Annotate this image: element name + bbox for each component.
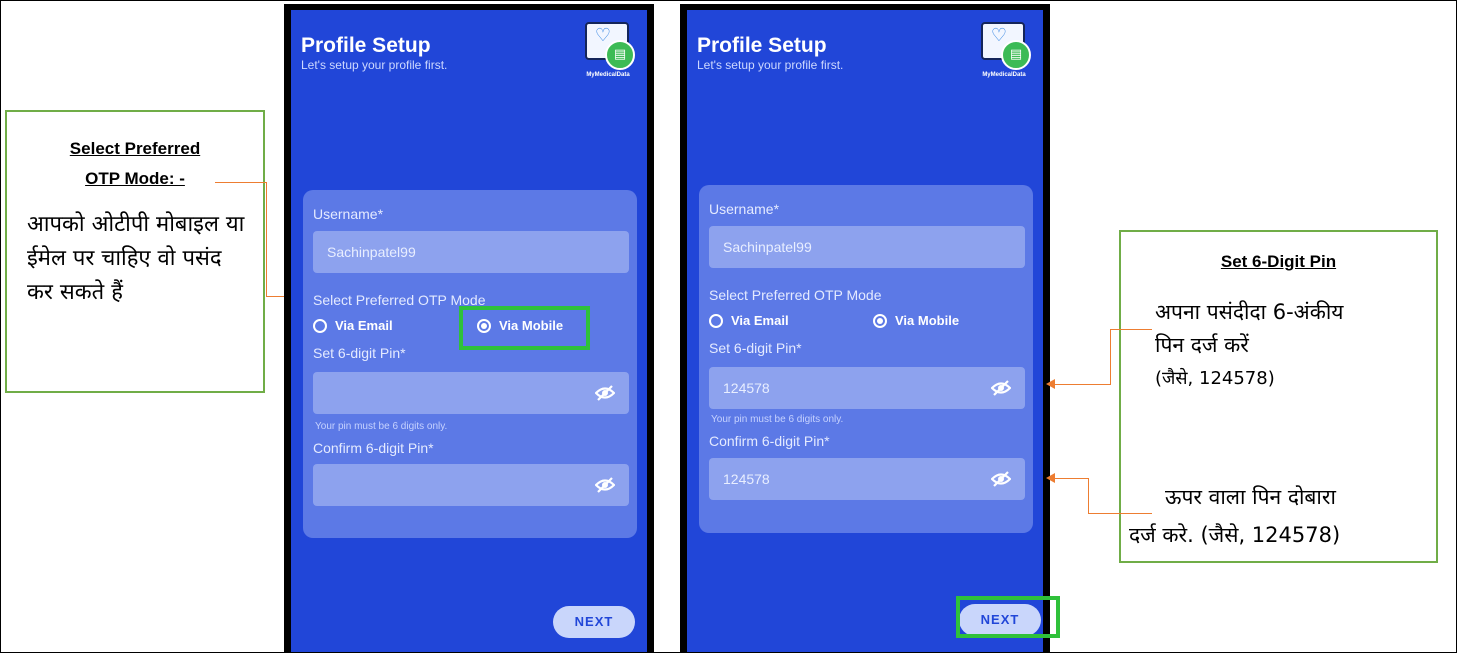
pin-field[interactable]: 124578 <box>709 367 1025 409</box>
otp-heading-line2: OTP Mode: - <box>85 169 185 188</box>
pin-connector-h2 <box>1055 384 1111 385</box>
clipboard-icon: ▤ <box>1001 40 1031 70</box>
pin-set-text-line3: (जैसे, 124578) <box>1155 368 1275 389</box>
eye-off-icon[interactable] <box>595 476 615 494</box>
otp-mode-callout-heading: Select Preferred OTP Mode: - <box>7 134 263 194</box>
pin-connector-v <box>1110 329 1111 384</box>
profile-form-card: Username* Sachinpatel99 Select Preferred… <box>303 190 637 538</box>
pin-label: Set 6-digit Pin* <box>313 345 406 361</box>
otp-mode-radio-group: Via Email Via Mobile <box>709 313 1029 335</box>
pin-callout-heading: Set 6-Digit Pin <box>1220 252 1337 271</box>
radio-via-email-label: Via Email <box>335 318 393 333</box>
confirm-connector-h2 <box>1055 478 1089 479</box>
pin-callout: Set 6-Digit Pin अपना पसंदीदा 6-अंकीय पिन… <box>1119 230 1438 563</box>
username-label: Username* <box>313 206 384 222</box>
radio-via-email[interactable]: Via Email <box>313 318 393 333</box>
radio-unselected-icon <box>709 313 723 328</box>
radio-unselected-icon <box>313 318 327 333</box>
profile-form-card: Username* Sachinpatel99 Select Preferred… <box>699 185 1033 533</box>
confirm-pin-label: Confirm 6-digit Pin* <box>709 433 830 449</box>
confirm-pin-label: Confirm 6-digit Pin* <box>313 440 434 456</box>
username-value: Sachinpatel99 <box>723 239 812 255</box>
username-field[interactable]: Sachinpatel99 <box>313 231 629 273</box>
radio-selected-icon <box>873 313 887 328</box>
otp-mode-label: Select Preferred OTP Mode <box>709 287 882 303</box>
pin-hint: Your pin must be 6 digits only. <box>711 414 844 425</box>
pin-value: 124578 <box>723 380 770 396</box>
radio-via-email[interactable]: Via Email <box>709 313 789 328</box>
profile-setup-screen: Profile Setup Let's setup your profile f… <box>687 10 1043 652</box>
confirm-pin-value: 124578 <box>723 471 770 487</box>
username-label: Username* <box>709 201 780 217</box>
next-button[interactable]: NEXT <box>553 606 635 638</box>
otp-heading-line1: Select Preferred <box>69 139 201 158</box>
confirm-connector-v <box>1088 478 1089 513</box>
pin-confirm-text-line2: दर्ज करे. (जैसे, 124578) <box>1129 523 1341 547</box>
otp-connector-h1 <box>215 182 267 183</box>
pin-connector-h1 <box>1110 329 1152 330</box>
page-title: Profile Setup <box>697 34 827 57</box>
pin-label: Set 6-digit Pin* <box>709 340 802 356</box>
page-subtitle: Let's setup your profile first. <box>697 58 844 72</box>
logo-text: MyMedicalData <box>586 72 630 78</box>
pin-set-text-line1: अपना पसंदीदा 6-अंकीय <box>1155 300 1344 324</box>
pin-hint: Your pin must be 6 digits only. <box>315 421 448 432</box>
username-field[interactable]: Sachinpatel99 <box>709 226 1025 268</box>
next-button-highlight <box>956 596 1060 638</box>
medical-folder-logo: ♡ ▤ MyMedicalData <box>577 18 637 84</box>
confirm-connector-h1 <box>1088 513 1152 514</box>
radio-via-mobile-label: Via Mobile <box>895 313 960 328</box>
page-title: Profile Setup <box>301 34 431 57</box>
confirm-pin-field[interactable] <box>313 464 629 506</box>
otp-connector-h2 <box>266 296 286 297</box>
pin-field[interactable] <box>313 372 629 414</box>
pin-connector-arrow <box>1046 379 1055 389</box>
pin-confirm-text: ऊपर वाला पिन दोबारा दर्ज करे. (जैसे, 124… <box>1129 478 1340 554</box>
logo-text: MyMedicalData <box>982 72 1026 78</box>
pin-set-text: अपना पसंदीदा 6-अंकीय पिन दर्ज करें (जैसे… <box>1155 296 1343 395</box>
clipboard-icon: ▤ <box>605 40 635 70</box>
confirm-pin-field[interactable]: 124578 <box>709 458 1025 500</box>
username-value: Sachinpatel99 <box>327 244 416 260</box>
eye-off-icon[interactable] <box>991 470 1011 488</box>
pin-set-text-line2: पिन दर्ज करें <box>1155 333 1249 357</box>
page-subtitle: Let's setup your profile first. <box>301 58 448 72</box>
confirm-connector-arrow <box>1046 473 1055 483</box>
pin-confirm-text-line1: ऊपर वाला पिन दोबारा <box>1165 485 1336 509</box>
radio-via-email-label: Via Email <box>731 313 789 328</box>
medical-folder-logo: ♡ ▤ MyMedicalData <box>973 18 1033 84</box>
via-mobile-highlight <box>459 306 590 350</box>
phone-screen-2: Profile Setup Let's setup your profile f… <box>680 4 1050 652</box>
radio-via-mobile[interactable]: Via Mobile <box>873 313 959 328</box>
eye-off-icon[interactable] <box>595 384 615 402</box>
otp-mode-callout-body: आपको ओटीपी मोबाइल या ईमेल पर चाहिए वो पस… <box>27 212 245 305</box>
eye-off-icon[interactable] <box>991 379 1011 397</box>
otp-connector-v <box>266 182 267 296</box>
otp-mode-callout: Select Preferred OTP Mode: - आपको ओटीपी … <box>5 110 265 393</box>
